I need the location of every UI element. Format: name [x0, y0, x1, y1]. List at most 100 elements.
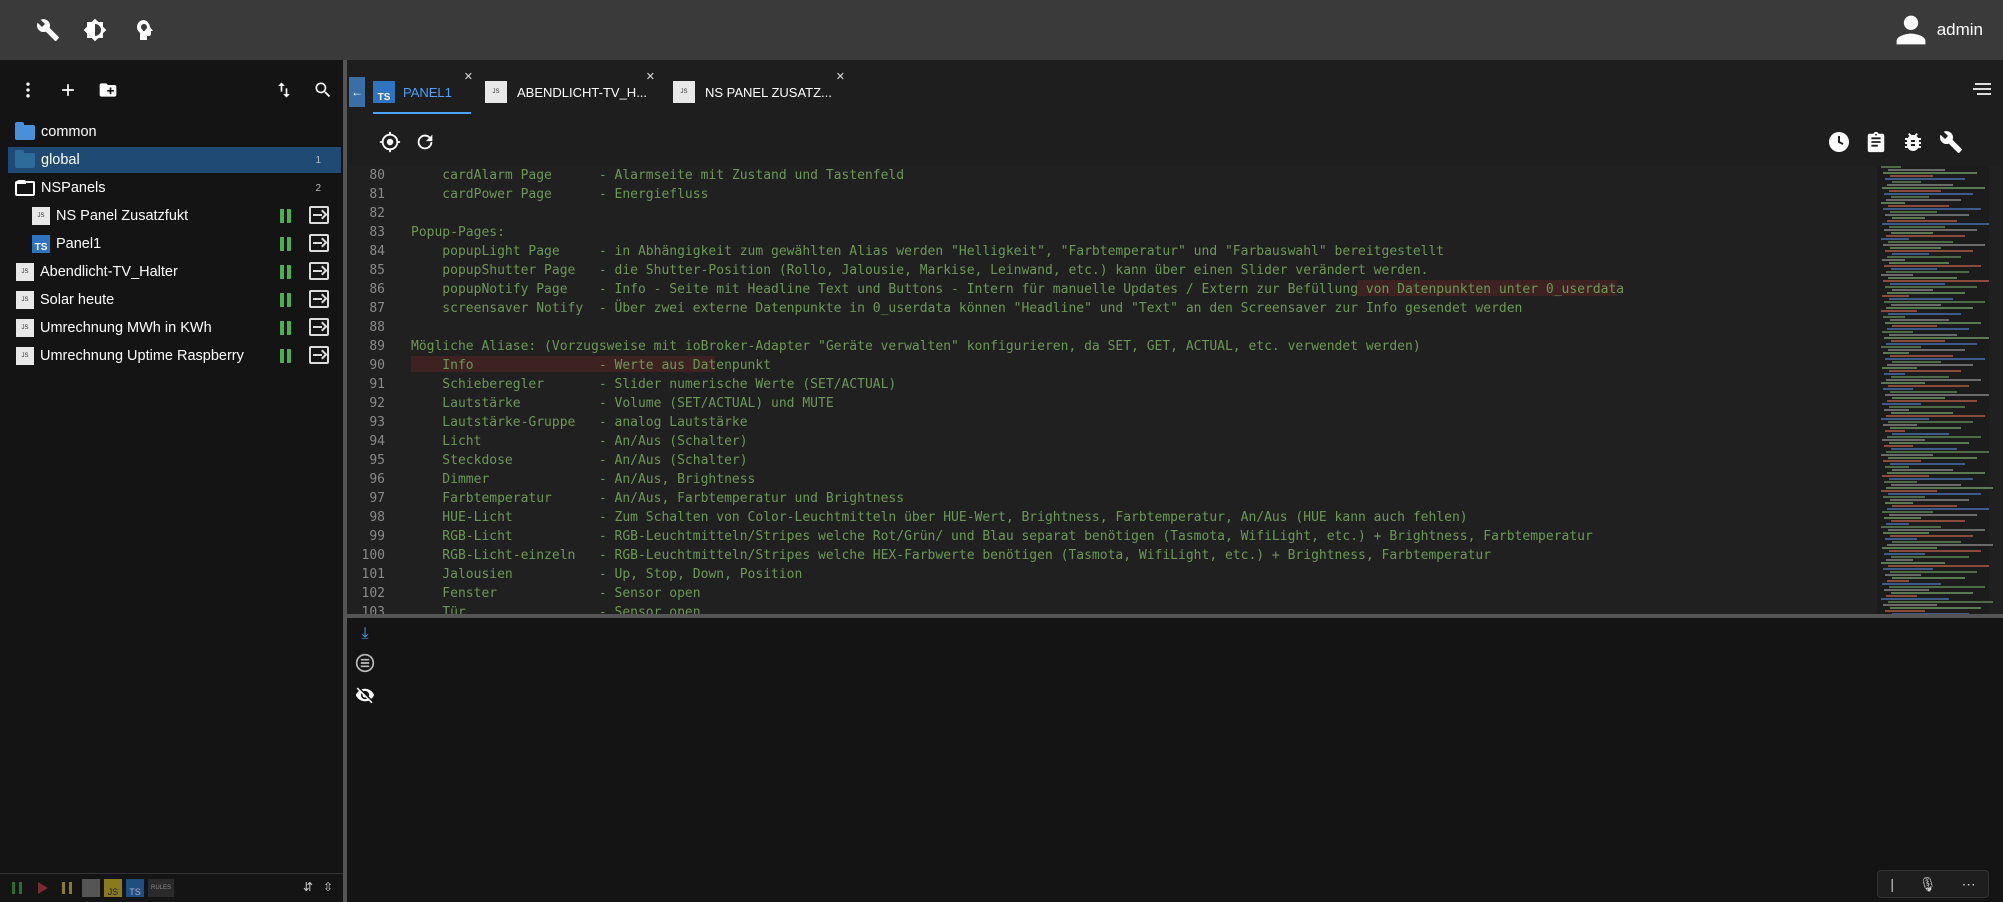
code-line: 81 cardPower Page - Energiefluss	[347, 185, 1867, 204]
wrench-icon[interactable]	[1939, 130, 1963, 154]
settings-brightness-icon[interactable]	[81, 16, 109, 44]
pause-icon[interactable]	[280, 293, 293, 307]
sort-icon[interactable]	[271, 77, 297, 103]
locate-icon[interactable]	[378, 130, 402, 154]
more-horiz-icon[interactable]: ⋯	[1962, 876, 1976, 893]
bug-icon[interactable]	[1901, 130, 1925, 154]
minimap-line	[1888, 457, 1977, 459]
add-icon[interactable]	[55, 77, 81, 103]
minimap-line	[1892, 217, 1925, 219]
export-icon[interactable]	[309, 346, 329, 364]
filter-js-icon[interactable]: JS	[104, 879, 122, 897]
user-menu[interactable]: admin	[1893, 12, 1983, 48]
filter-running-icon[interactable]	[12, 882, 22, 894]
minimap-line	[1891, 484, 1961, 486]
microphone-icon[interactable]: 🎙	[1919, 876, 1937, 893]
close-icon[interactable]: ✕	[646, 70, 655, 83]
line-number: 83	[369, 225, 385, 240]
visibility-off-icon[interactable]	[355, 685, 375, 705]
minimap-line	[1885, 610, 1925, 612]
wrench-icon[interactable]	[34, 16, 62, 44]
refresh-icon[interactable]	[413, 130, 437, 154]
tree-folder-common[interactable]: common	[8, 119, 341, 145]
tree-script-ns-panel-zusatzfukt[interactable]: JS NS Panel Zusatzfukt	[8, 203, 341, 229]
pause-icon[interactable]	[280, 349, 293, 363]
filter-ts-icon[interactable]: TS	[126, 879, 144, 897]
minimap-line	[1891, 448, 1957, 450]
pause-icon[interactable]	[280, 265, 293, 279]
tree-script-umrechnung-uptime[interactable]: JS Umrechnung Uptime Raspberry	[8, 343, 341, 369]
line-number: 81	[369, 187, 385, 202]
pause-icon[interactable]	[280, 237, 293, 251]
code-line: 99 RGB-Licht - RGB-Leuchtmitteln/Stripes…	[347, 527, 1867, 546]
code-editor[interactable]: 80 cardAlarm Page - Alarmseite mit Zusta…	[347, 166, 2003, 614]
filter-paused-icon[interactable]	[62, 882, 72, 894]
cursor-icon[interactable]: |	[1890, 876, 1894, 892]
tree-script-solar-heute[interactable]: JS Solar heute	[8, 287, 341, 313]
minimap-line	[1891, 340, 1945, 342]
minimap-line	[1889, 298, 1953, 300]
folder-count-badge: 2	[315, 182, 321, 194]
tree-script-umrechnung-mwh[interactable]: JS Umrechnung MWh in KWh	[8, 315, 341, 341]
code-line: 98 HUE-Licht - Zum Schalten von Color-Le…	[347, 508, 1867, 527]
minimap-line	[1892, 253, 1929, 255]
minimap-line	[1890, 607, 1981, 609]
minimap-line	[1888, 385, 1969, 387]
code-text: RGB-Licht - RGB-Leuchtmitteln/Stripes we…	[411, 529, 1593, 544]
filter-rules-icon[interactable]: RULES	[148, 879, 174, 897]
code-minimap[interactable]	[1877, 166, 1993, 614]
filter-stopped-icon[interactable]	[38, 882, 48, 894]
tree-item-label: Abendlicht-TV_Halter	[40, 264, 178, 280]
pause-icon[interactable]	[280, 209, 293, 223]
code-line: 97 Farbtemperatur - An/Aus, Farbtemperat…	[347, 489, 1867, 508]
tab-label: PANEL1	[403, 84, 452, 100]
collapse-sidebar-button[interactable]: ←	[349, 77, 365, 107]
minimap-line	[1888, 349, 1965, 351]
export-icon[interactable]	[309, 206, 329, 224]
folder-count-badge: 1	[315, 154, 321, 166]
export-icon[interactable]	[309, 318, 329, 336]
minimap-line	[1886, 451, 1989, 453]
close-icon[interactable]: ✕	[836, 70, 845, 83]
minimap-line	[1890, 283, 1945, 285]
export-icon[interactable]	[309, 290, 329, 308]
tree-folder-nspanels[interactable]: NSPanels 2	[8, 175, 341, 201]
tab-panel1[interactable]: TS PANEL1 ✕	[373, 70, 473, 114]
more-vert-icon[interactable]	[15, 77, 41, 103]
log-list-icon[interactable]	[355, 653, 375, 673]
minimap-line	[1887, 580, 1909, 582]
export-icon[interactable]	[309, 262, 329, 280]
tree-item-label: global	[41, 152, 80, 168]
tab-abendlicht-tv-halter[interactable]: JS ABENDLICHT-TV_H... ✕	[485, 70, 655, 112]
minimap-line	[1887, 472, 1985, 474]
minimap-line	[1887, 436, 1981, 438]
tree-script-abendlicht-tv-halter[interactable]: JS Abendlicht-TV_Halter	[8, 259, 341, 285]
clipboard-icon[interactable]	[1864, 130, 1888, 154]
tree-script-panel1[interactable]: TS Panel1	[8, 231, 341, 257]
close-icon[interactable]: ✕	[464, 70, 473, 83]
line-number: 96	[369, 472, 385, 487]
tab-ns-panel-zusatz[interactable]: JS NS PANEL ZUSATZ... ✕	[673, 70, 845, 112]
line-number: 86	[369, 282, 385, 297]
search-icon[interactable]	[310, 77, 336, 103]
filter-blockly-icon[interactable]	[82, 879, 100, 897]
add-folder-icon[interactable]	[95, 77, 121, 103]
minimap-line	[1885, 538, 1917, 540]
minimap-line	[1883, 352, 1909, 354]
pause-icon[interactable]	[280, 321, 293, 335]
minimap-line	[1886, 595, 1917, 597]
tree-folder-global[interactable]: global 1	[8, 147, 341, 173]
schedule-icon[interactable]	[1827, 130, 1851, 154]
export-icon[interactable]	[309, 234, 329, 252]
code-text: Mögliche Aliase: (Vorzugsweise mit ioBro…	[411, 339, 1421, 354]
code-line: 86 popupNotify Page - Info - Seite mit H…	[347, 280, 1867, 299]
head-bulb-icon[interactable]	[129, 16, 157, 44]
minimap-line	[1892, 433, 1949, 435]
minimap-line	[1885, 250, 1973, 252]
menu-icon[interactable]	[1973, 82, 1991, 96]
minimap-line	[1887, 220, 1957, 222]
expand-all-icon[interactable]: ⇳	[323, 880, 333, 894]
scroll-down-icon[interactable]: ⤓	[355, 624, 375, 644]
minimap-line	[1885, 502, 1913, 504]
collapse-all-icon[interactable]: ⇵	[303, 880, 313, 894]
